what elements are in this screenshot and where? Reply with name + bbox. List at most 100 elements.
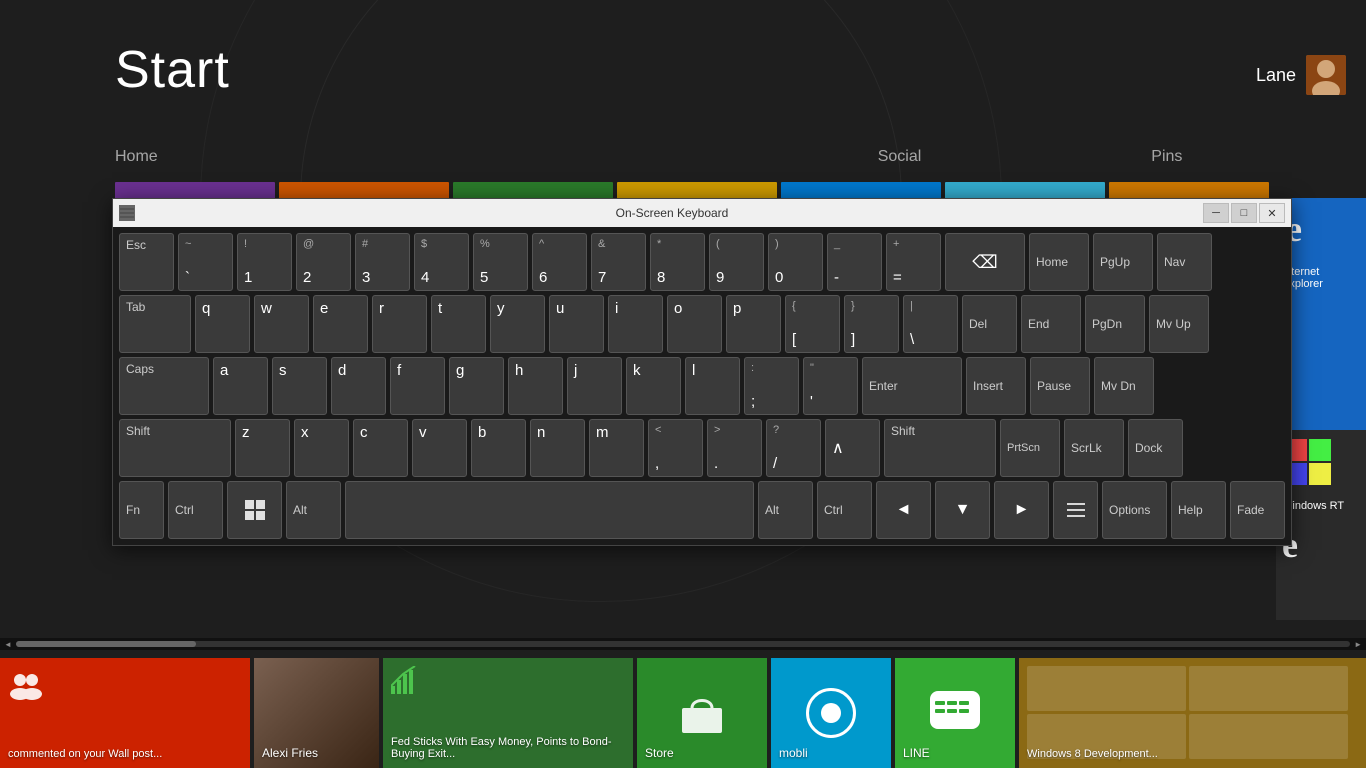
person-tile[interactable]: Alexi Fries <box>254 658 379 768</box>
key-3[interactable]: #3 <box>355 233 410 291</box>
news-tile[interactable]: Fed Sticks With Easy Money, Points to Bo… <box>383 658 633 768</box>
key-m[interactable]: m <box>589 419 644 477</box>
key-5[interactable]: %5 <box>473 233 528 291</box>
key-home[interactable]: Home <box>1029 233 1089 291</box>
key-pgup[interactable]: PgUp <box>1093 233 1153 291</box>
key-rbracket[interactable]: }] <box>844 295 899 353</box>
key-4[interactable]: $4 <box>414 233 469 291</box>
key-equals[interactable]: += <box>886 233 941 291</box>
key-7[interactable]: &7 <box>591 233 646 291</box>
key-esc[interactable]: Esc <box>119 233 174 291</box>
key-del[interactable]: Del <box>962 295 1017 353</box>
key-shift-left[interactable]: Shift <box>119 419 231 477</box>
key-r[interactable]: r <box>372 295 427 353</box>
key-menu[interactable] <box>1053 481 1098 539</box>
key-t[interactable]: t <box>431 295 486 353</box>
key-slash[interactable]: ?/ <box>766 419 821 477</box>
key-mvdn[interactable]: Mv Dn <box>1094 357 1154 415</box>
key-backtick[interactable]: ~` <box>178 233 233 291</box>
key-pgdn[interactable]: PgDn <box>1085 295 1145 353</box>
key-nav[interactable]: Nav <box>1157 233 1212 291</box>
key-semicolon[interactable]: :; <box>744 357 799 415</box>
avatar[interactable] <box>1306 55 1346 95</box>
key-options[interactable]: Options <box>1102 481 1167 539</box>
key-dock[interactable]: Dock <box>1128 419 1183 477</box>
key-z[interactable]: z <box>235 419 290 477</box>
osk-window[interactable]: On-Screen Keyboard ─ □ ✕ Esc ~` !1 @2 #3… <box>112 198 1292 546</box>
key-arrow-down[interactable]: ▼ <box>935 481 990 539</box>
key-backspace[interactable]: ⌫ <box>945 233 1025 291</box>
key-insert[interactable]: Insert <box>966 357 1026 415</box>
osk-controls[interactable]: ─ □ ✕ <box>1203 203 1285 223</box>
scroll-left-arrow[interactable]: ◄ <box>4 640 12 649</box>
key-backslash[interactable]: |\ <box>903 295 958 353</box>
key-alt-right[interactable]: Alt <box>758 481 813 539</box>
key-1[interactable]: !1 <box>237 233 292 291</box>
scroll-right-arrow[interactable]: ► <box>1354 640 1362 649</box>
key-up-arrow[interactable]: ∧ <box>825 419 880 477</box>
key-a[interactable]: a <box>213 357 268 415</box>
key-fn[interactable]: Fn <box>119 481 164 539</box>
key-pause[interactable]: Pause <box>1030 357 1090 415</box>
key-mvup[interactable]: Mv Up <box>1149 295 1209 353</box>
line-tile[interactable]: LINE <box>895 658 1015 768</box>
key-w[interactable]: w <box>254 295 309 353</box>
key-8[interactable]: *8 <box>650 233 705 291</box>
key-d[interactable]: d <box>331 357 386 415</box>
windows-dev-tile[interactable]: Windows 8 Development... <box>1019 658 1366 768</box>
key-u[interactable]: u <box>549 295 604 353</box>
key-ctrl-right[interactable]: Ctrl <box>817 481 872 539</box>
key-6[interactable]: ^6 <box>532 233 587 291</box>
key-comma[interactable]: <, <box>648 419 703 477</box>
key-ctrl-left[interactable]: Ctrl <box>168 481 223 539</box>
key-minus[interactable]: _- <box>827 233 882 291</box>
key-space[interactable] <box>345 481 754 539</box>
key-shift-right[interactable]: Shift <box>884 419 996 477</box>
scrollbar-thumb[interactable] <box>16 641 196 647</box>
key-e[interactable]: e <box>313 295 368 353</box>
osk-minimize-button[interactable]: ─ <box>1203 203 1229 223</box>
key-prtscn[interactable]: PrtScn <box>1000 419 1060 477</box>
key-b[interactable]: b <box>471 419 526 477</box>
key-o[interactable]: o <box>667 295 722 353</box>
key-arrow-right[interactable]: ► <box>994 481 1049 539</box>
key-h[interactable]: h <box>508 357 563 415</box>
osk-close-button[interactable]: ✕ <box>1259 203 1285 223</box>
scrollbar-track[interactable] <box>16 641 1350 647</box>
key-j[interactable]: j <box>567 357 622 415</box>
osk-maximize-button[interactable]: □ <box>1231 203 1257 223</box>
key-win[interactable] <box>227 481 282 539</box>
scrollbar[interactable]: ◄ ► <box>0 638 1366 650</box>
key-enter[interactable]: Enter <box>862 357 962 415</box>
key-x[interactable]: x <box>294 419 349 477</box>
key-fade[interactable]: Fade <box>1230 481 1285 539</box>
key-lbracket[interactable]: {[ <box>785 295 840 353</box>
key-i[interactable]: i <box>608 295 663 353</box>
key-v[interactable]: v <box>412 419 467 477</box>
key-9[interactable]: (9 <box>709 233 764 291</box>
key-n[interactable]: n <box>530 419 585 477</box>
key-end[interactable]: End <box>1021 295 1081 353</box>
key-y[interactable]: y <box>490 295 545 353</box>
store-tile[interactable]: Store <box>637 658 767 768</box>
key-help[interactable]: Help <box>1171 481 1226 539</box>
key-s[interactable]: s <box>272 357 327 415</box>
key-tab[interactable]: Tab <box>119 295 191 353</box>
key-k[interactable]: k <box>626 357 681 415</box>
key-caps[interactable]: Caps <box>119 357 209 415</box>
key-period[interactable]: >. <box>707 419 762 477</box>
key-scrlk[interactable]: ScrLk <box>1064 419 1124 477</box>
key-2[interactable]: @2 <box>296 233 351 291</box>
social-tile[interactable]: commented on your Wall post... <box>0 658 250 768</box>
key-alt-left[interactable]: Alt <box>286 481 341 539</box>
key-quote[interactable]: "' <box>803 357 858 415</box>
key-0[interactable]: )0 <box>768 233 823 291</box>
mobli-tile[interactable]: mobli <box>771 658 891 768</box>
key-l[interactable]: l <box>685 357 740 415</box>
key-q[interactable]: q <box>195 295 250 353</box>
key-c[interactable]: c <box>353 419 408 477</box>
key-arrow-left[interactable]: ◄ <box>876 481 931 539</box>
user-info[interactable]: Lane <box>1256 55 1346 95</box>
key-p[interactable]: p <box>726 295 781 353</box>
key-g[interactable]: g <box>449 357 504 415</box>
